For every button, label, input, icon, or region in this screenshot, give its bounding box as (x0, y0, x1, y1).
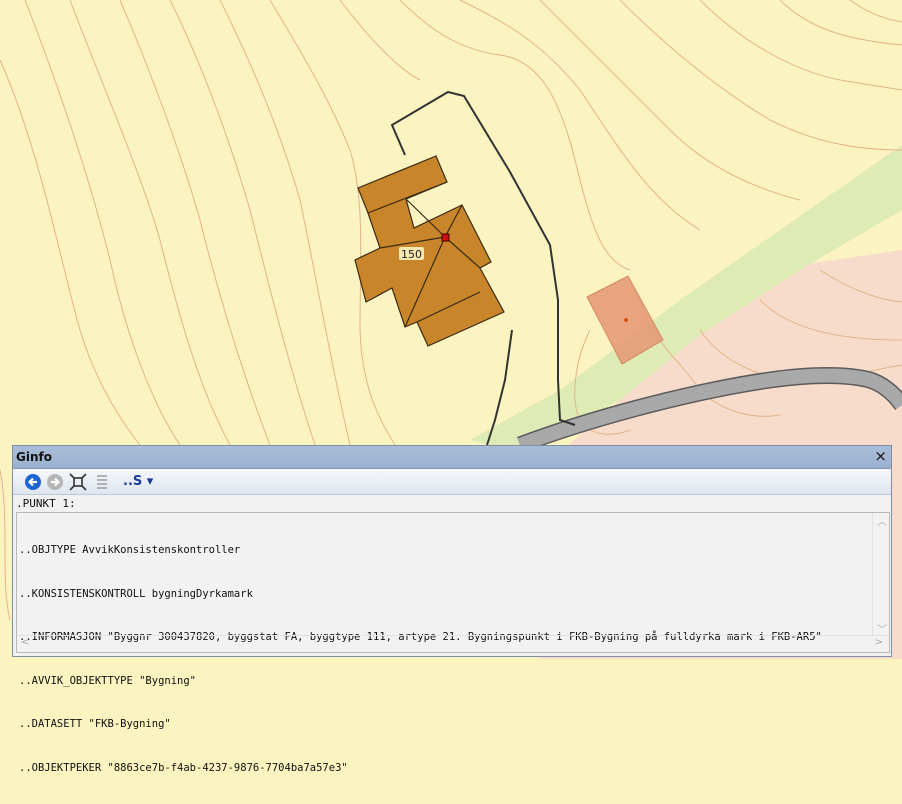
ginfo-toolbar: ..S ▾ (13, 469, 891, 495)
plot-point-marker[interactable] (624, 318, 628, 322)
scroll-up-icon[interactable]: ︿ (877, 513, 887, 528)
scroll-right-icon[interactable]: > (875, 637, 883, 648)
ginfo-title-bar[interactable]: Ginfo × (13, 446, 891, 469)
selected-building-point[interactable] (441, 233, 450, 242)
list-icon[interactable] (93, 473, 111, 491)
ginfo-line: ..AVVIK_OBJEKTTYPE "Bygning" (19, 674, 197, 687)
scroll-down-icon[interactable]: ﹀ (877, 621, 887, 636)
ginfo-text-area[interactable]: ..OBJTYPE AvvikKonsistenskontroller ..KO… (16, 512, 890, 774)
ginfo-line: ..OBJEKTPEKER "8863ce7b-f4ab-4237-9876-7… (19, 761, 348, 774)
ginfo-panel[interactable]: Ginfo × ..S ▾ .PUNKT 1: ..OBJTYPE AvvikK… (12, 445, 892, 774)
ginfo-lines: ..OBJTYPE AvvikKonsistenskontroller ..KO… (19, 514, 822, 804)
building-number-label: 150 (401, 248, 422, 261)
select-dropdown-icon[interactable]: ..S ▾ (123, 474, 153, 489)
horizontal-scrollbar[interactable]: < > (17, 635, 889, 652)
ginfo-title: Ginfo (16, 450, 52, 464)
forward-icon[interactable] (46, 473, 64, 491)
close-icon[interactable]: × (874, 447, 887, 465)
back-icon[interactable] (24, 473, 42, 491)
punkt-label: .PUNKT 1: (16, 497, 76, 510)
zoom-to-object-icon[interactable] (69, 473, 87, 491)
ginfo-line: ..KONSISTENSKONTROLL bygningDyrkamark (19, 587, 253, 600)
scroll-left-icon[interactable]: < (21, 637, 29, 648)
building-footprint[interactable] (354, 155, 505, 347)
vertical-scrollbar[interactable]: ︿ ﹀ (872, 513, 889, 636)
ginfo-line: ..OBJTYPE AvvikKonsistenskontroller (19, 544, 241, 556)
ginfo-line: ..DATASETT "FKB-Bygning" (19, 718, 171, 730)
